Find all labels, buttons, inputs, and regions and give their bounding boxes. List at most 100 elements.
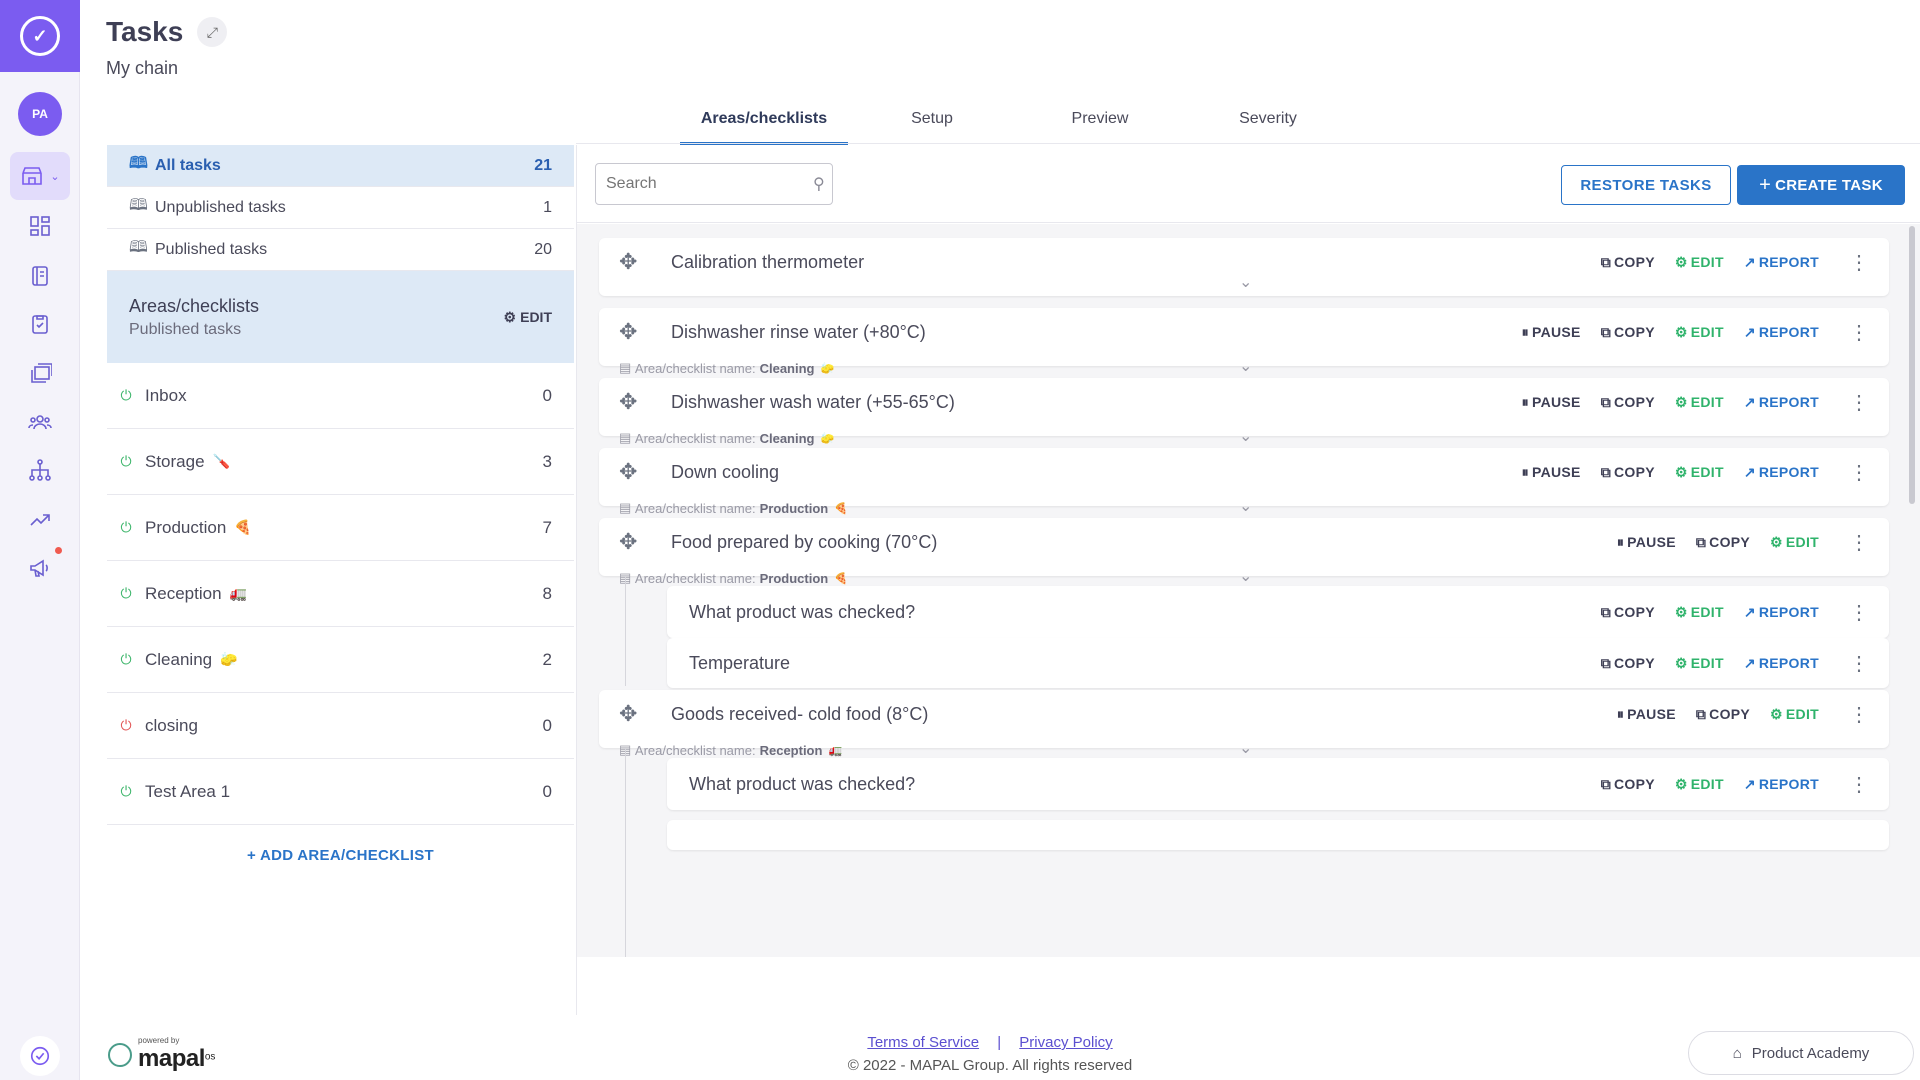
- scrollbar[interactable]: [1909, 226, 1915, 504]
- edit-button[interactable]: ⚙ EDIT: [1770, 706, 1819, 723]
- pizza-icon: 🍕: [234, 519, 252, 535]
- more-options-icon[interactable]: ⋮: [1849, 530, 1869, 555]
- more-options-icon[interactable]: ⋮: [1849, 250, 1869, 275]
- report-label: REPORT: [1758, 604, 1819, 620]
- report-button[interactable]: ↗ REPORT: [1744, 776, 1819, 793]
- group-subtitle: Published tasks: [129, 320, 242, 338]
- more-options-icon[interactable]: ⋮: [1849, 390, 1869, 415]
- copy-button[interactable]: ⧉ COPY: [1601, 394, 1655, 411]
- user-avatar[interactable]: PA: [18, 92, 62, 136]
- area-item-storage[interactable]: ⏻ Storage 🪛 3: [107, 429, 574, 495]
- tab-preview[interactable]: Preview: [1016, 100, 1184, 145]
- powered-by-text: powered by: [138, 1036, 180, 1045]
- more-options-icon[interactable]: ⋮: [1849, 772, 1869, 797]
- edit-button[interactable]: ⚙ EDIT: [1675, 394, 1724, 411]
- drag-handle-icon[interactable]: ✥: [619, 319, 651, 345]
- help-logo-icon[interactable]: [20, 1036, 60, 1076]
- more-options-icon[interactable]: ⋮: [1849, 651, 1869, 676]
- area-item-closing[interactable]: ⏻ closing 0: [107, 693, 574, 759]
- chevron-down-icon[interactable]: ⌄: [1239, 496, 1252, 516]
- expand-icon[interactable]: ⤢: [197, 17, 228, 47]
- checklist-icon: ▤: [619, 430, 632, 445]
- edit-button[interactable]: ⚙ EDIT: [1675, 324, 1724, 341]
- pause-button[interactable]: ⏸ PAUSE: [1617, 534, 1676, 551]
- megaphone-icon[interactable]: [26, 554, 54, 582]
- tab-setup[interactable]: Setup: [848, 100, 1016, 145]
- report-button[interactable]: ↗ REPORT: [1744, 324, 1819, 341]
- copy-button[interactable]: ⧉ COPY: [1601, 776, 1655, 793]
- location-selector[interactable]: ⌄: [10, 152, 70, 200]
- edit-button[interactable]: ⚙ EDIT: [1675, 604, 1724, 621]
- report-button[interactable]: ↗ REPORT: [1744, 394, 1819, 411]
- tab-severity[interactable]: Severity: [1184, 100, 1352, 145]
- copy-label: COPY: [1613, 776, 1655, 792]
- search-input[interactable]: [606, 175, 813, 193]
- drag-handle-icon[interactable]: ✥: [619, 389, 651, 415]
- area-item-test-area-1[interactable]: ⏻ Test Area 1 0: [107, 759, 574, 825]
- edit-button[interactable]: ⚙ EDIT: [1675, 776, 1724, 793]
- restore-tasks-button[interactable]: RESTORE TASKS: [1561, 165, 1731, 205]
- search-icon[interactable]: ⚲: [813, 174, 825, 194]
- copy-button[interactable]: ⧉ COPY: [1696, 706, 1750, 723]
- meta-area: Cleaning: [759, 360, 815, 376]
- copy-button[interactable]: ⧉ COPY: [1601, 254, 1655, 271]
- drag-handle-icon[interactable]: ✥: [619, 249, 651, 275]
- edit-button[interactable]: ⚙ EDIT: [1675, 655, 1724, 672]
- nav-unpublished-tasks[interactable]: 🕮 Unpublished tasks 1: [107, 187, 574, 229]
- trend-icon[interactable]: [26, 506, 54, 534]
- more-options-icon[interactable]: ⋮: [1849, 600, 1869, 625]
- copy-button[interactable]: ⧉ COPY: [1601, 464, 1655, 481]
- area-item-reception[interactable]: ⏻ Reception 🚛 8: [107, 561, 574, 627]
- copy-button[interactable]: ⧉ COPY: [1601, 604, 1655, 621]
- more-options-icon[interactable]: ⋮: [1849, 320, 1869, 345]
- drag-handle-icon[interactable]: ✥: [619, 701, 651, 727]
- chevron-down-icon[interactable]: ⌄: [1239, 566, 1252, 586]
- pause-button[interactable]: ⏸ PAUSE: [1617, 706, 1676, 723]
- add-area-checklist-button[interactable]: + ADD AREA/CHECKLIST: [107, 847, 574, 864]
- edit-areas-button[interactable]: ⚙ EDIT: [504, 309, 552, 326]
- report-button[interactable]: ↗ REPORT: [1744, 604, 1819, 621]
- dashboard-icon[interactable]: [26, 212, 54, 240]
- pause-button[interactable]: ⏸ PAUSE: [1522, 464, 1581, 481]
- drag-handle-icon[interactable]: ✥: [619, 459, 651, 485]
- area-item-production[interactable]: ⏻ Production 🍕 7: [107, 495, 574, 561]
- edit-button[interactable]: ⚙ EDIT: [1675, 254, 1724, 271]
- area-item-cleaning[interactable]: ⏻ Cleaning 🧽 2: [107, 627, 574, 693]
- gear-icon: ⚙: [1674, 654, 1688, 671]
- report-button[interactable]: ↗ REPORT: [1744, 655, 1819, 672]
- app-logo[interactable]: ✓: [0, 0, 80, 72]
- copy-button[interactable]: ⧉ COPY: [1696, 534, 1750, 551]
- report-button[interactable]: ↗ REPORT: [1744, 464, 1819, 481]
- logbook-icon[interactable]: [26, 262, 54, 290]
- create-task-button[interactable]: + CREATE TASK: [1737, 165, 1905, 205]
- task-card: ✥ Calibration thermometer ⧉ COPY ⚙ EDIT ↗ R…: [599, 238, 1889, 296]
- team-icon[interactable]: [26, 408, 54, 436]
- clipboard-icon[interactable]: [26, 310, 54, 338]
- area-item-inbox[interactable]: ⏻ Inbox 0: [107, 363, 574, 429]
- hierarchy-icon[interactable]: [26, 456, 54, 484]
- terms-link[interactable]: Terms of Service: [867, 1034, 979, 1051]
- report-button[interactable]: ↗ REPORT: [1744, 254, 1819, 271]
- nav-all-tasks[interactable]: 🕮 All tasks 21: [107, 145, 574, 187]
- chevron-down-icon[interactable]: ⌄: [1239, 356, 1252, 376]
- nav-published-tasks[interactable]: 🕮 Published tasks 20: [107, 229, 574, 271]
- copy-button[interactable]: ⧉ COPY: [1601, 655, 1655, 672]
- library-icon[interactable]: [26, 358, 54, 386]
- more-options-icon[interactable]: ⋮: [1849, 702, 1869, 727]
- more-options-icon[interactable]: ⋮: [1849, 460, 1869, 485]
- sponge-icon: 🧽: [820, 432, 835, 445]
- pause-button[interactable]: ⏸ PAUSE: [1522, 394, 1581, 411]
- task-list-panel: ⚲ RESTORE TASKS + CREATE TASK ✥ Calibrat…: [576, 145, 1920, 1015]
- privacy-link[interactable]: Privacy Policy: [1019, 1034, 1112, 1051]
- chevron-down-icon[interactable]: ⌄: [1239, 272, 1252, 292]
- chevron-down-icon[interactable]: ⌄: [1239, 738, 1252, 758]
- drag-handle-icon[interactable]: ✥: [619, 529, 651, 555]
- edit-button[interactable]: ⚙ EDIT: [1770, 534, 1819, 551]
- pause-button[interactable]: ⏸ PAUSE: [1522, 324, 1581, 341]
- copy-button[interactable]: ⧉ COPY: [1601, 324, 1655, 341]
- tab-areas-checklists[interactable]: Areas/checklists: [680, 100, 848, 145]
- product-academy-button[interactable]: ⌂ Product Academy: [1688, 1031, 1914, 1075]
- chevron-down-icon[interactable]: ⌄: [1239, 426, 1252, 446]
- report-label: REPORT: [1758, 655, 1819, 671]
- edit-button[interactable]: ⚙ EDIT: [1675, 464, 1724, 481]
